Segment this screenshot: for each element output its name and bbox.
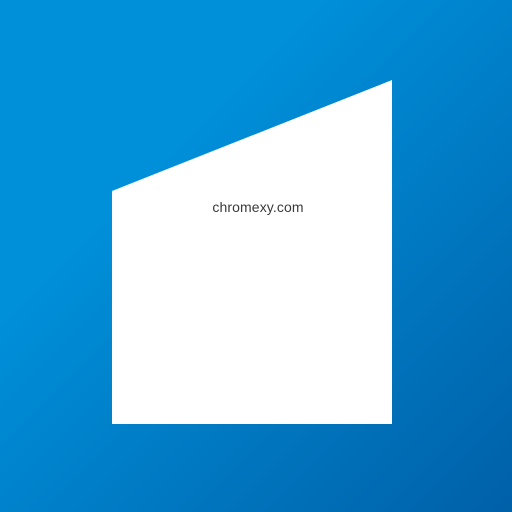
app-icon: chromexy.com	[0, 0, 512, 512]
app-icon-graphic	[0, 0, 512, 512]
watermark-text: chromexy.com	[212, 199, 304, 215]
